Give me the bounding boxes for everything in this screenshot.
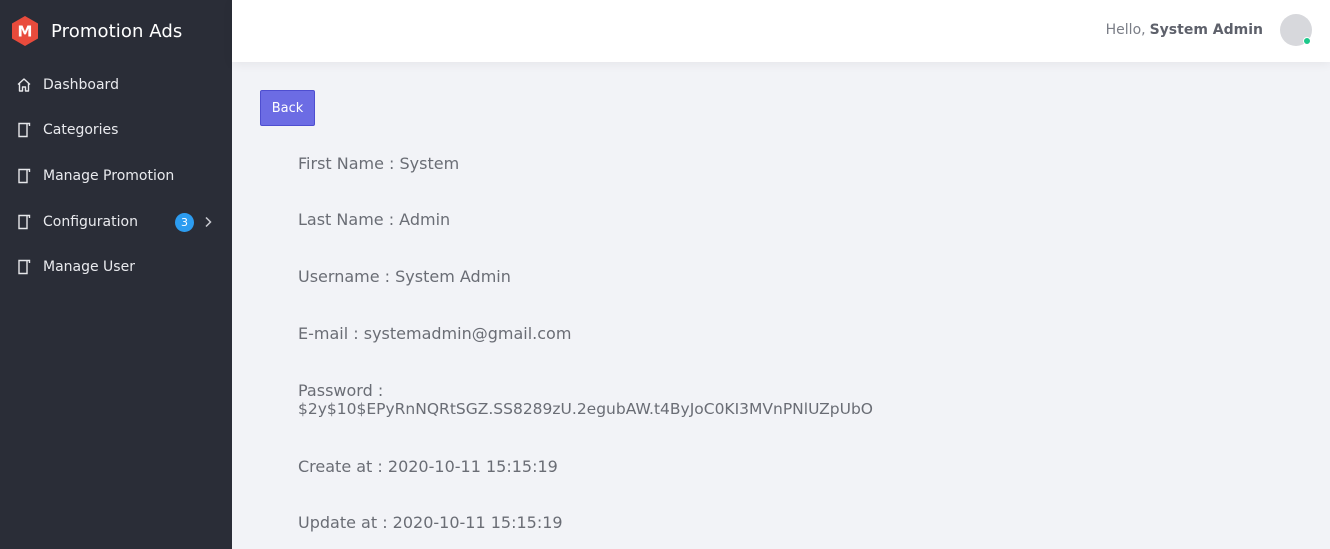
sidebar: M Promotion Ads Dashboard Categories Man… — [0, 0, 232, 549]
sidebar-item-label: Configuration — [43, 213, 138, 230]
password-hash: $2y$10$EPyRnNQRtSGZ.SS8289zU.2egubAW.t4B… — [298, 400, 873, 418]
top-header: Hello, System Admin — [232, 0, 1330, 62]
greeting: Hello, System Admin — [1106, 22, 1263, 38]
sidebar-item-manage-user[interactable]: Manage User — [0, 244, 232, 290]
first-name-field: First Name : System — [298, 154, 460, 173]
brand-name: Promotion Ads — [51, 20, 183, 42]
sidebar-item-label: Categories — [43, 122, 119, 139]
username-field: Username : System Admin — [298, 267, 511, 286]
page-icon — [18, 168, 31, 184]
greeting-text: Hello, — [1105, 22, 1146, 38]
sidebar-nav: Dashboard Categories Manage Promotion Co… — [0, 62, 232, 290]
sidebar-item-dashboard[interactable]: Dashboard — [0, 62, 232, 108]
sidebar-item-label: Manage Promotion — [43, 167, 175, 184]
back-button[interactable]: Back — [260, 90, 315, 126]
page-icon — [18, 214, 31, 229]
page-icon — [18, 259, 31, 275]
sidebar-item-configuration[interactable]: Configuration 3 — [0, 199, 232, 245]
last-name-field: Last Name : Admin — [298, 210, 451, 229]
chevron-right-icon[interactable] — [203, 216, 213, 228]
sidebar-item-label: Manage User — [43, 259, 135, 276]
main-content: Back First Name : System Last Name : Adm… — [232, 62, 1330, 549]
svg-text:M: M — [18, 23, 33, 41]
brand-logo-icon: M — [12, 16, 38, 46]
created-at-field: Create at : 2020-10-11 15:15:19 — [298, 457, 558, 476]
page-icon — [18, 123, 31, 138]
user-name[interactable]: System Admin — [1150, 22, 1263, 38]
password-label: Password : — [298, 381, 384, 400]
sidebar-item-categories[interactable]: Categories — [0, 108, 232, 154]
email-field: E-mail : systemadmin@gmail.com — [298, 324, 572, 343]
brand[interactable]: M Promotion Ads — [0, 0, 232, 62]
password-field: Password : $2y$10$EPyRnNQRtSGZ.SS8289zU.… — [298, 381, 873, 419]
home-icon — [17, 78, 31, 92]
updated-at-field: Update at : 2020-10-11 15:15:19 — [298, 513, 563, 532]
count-badge: 3 — [175, 212, 194, 232]
online-status-indicator — [1303, 37, 1311, 45]
sidebar-item-label: Dashboard — [43, 76, 119, 93]
sidebar-item-manage-promotion[interactable]: Manage Promotion — [0, 153, 232, 199]
